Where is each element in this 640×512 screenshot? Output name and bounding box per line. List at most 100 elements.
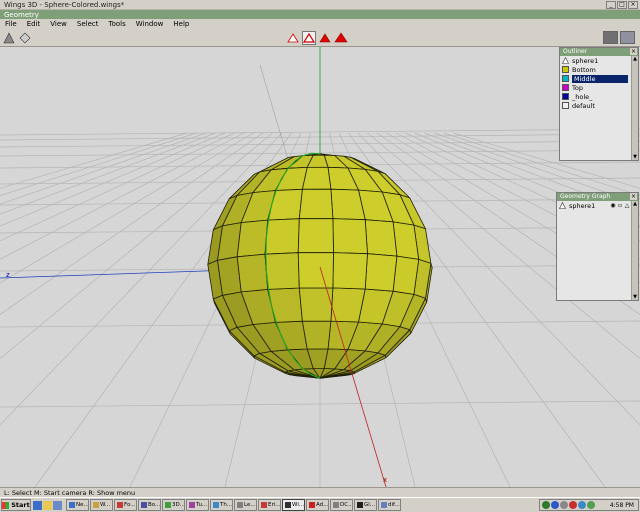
wire-icon[interactable]: △ [624,202,630,209]
scroll-down-icon[interactable]: ▼ [632,294,638,300]
menu-tools[interactable]: Tools [104,19,131,29]
outliner-item-label: _hole_ [572,92,593,101]
taskbar-button[interactable]: DC... [330,499,353,511]
toolbar [0,29,640,47]
window-titlebar: Wings 3D - Sphere-Colored.wings* _ □ × [0,0,640,10]
outliner-item-label: Bottom [572,65,596,74]
graph-item-label: sphere1 [569,201,596,210]
outliner-title-bar: Outliner × [560,48,638,56]
taskbar-button[interactable]: Ne... [66,499,89,511]
taskbar-button[interactable]: Bo... [138,499,161,511]
taskbar-button[interactable]: Ad... [306,499,329,511]
geometry-window-bar: Geometry [0,10,640,19]
desktop-icon[interactable] [53,500,62,510]
list-item[interactable]: _hole_ [560,92,631,101]
list-item[interactable]: Middle [560,74,631,83]
status-text: L: Select M: Start camera R: Show menu [4,489,136,497]
clock: 4:58 PM [609,501,634,509]
taskbar-button[interactable]: Gl... [354,499,377,511]
network-icon[interactable] [542,501,550,509]
menu-edit[interactable]: Edit [22,19,46,29]
object-triangle-icon [559,201,566,209]
outliner-title: Outliner [563,48,588,55]
taskbar-button[interactable]: Wi... [282,499,305,511]
taskbar-button[interactable]: Le... [234,499,257,511]
3d-viewport[interactable]: x z [0,47,640,487]
taskbar: Start Ne... W... Fo... Bo... 3D... Tu... Th...… [0,497,640,512]
tray-app-icon[interactable] [587,501,595,509]
wireframe-toggle-icon[interactable] [18,31,32,45]
geometry-graph-scrollbar[interactable]: ▲ ▼ [631,201,638,300]
update-icon[interactable] [578,501,586,509]
outliner-panel: Outliner × sphere1 Bottom Middle Top _hole_ d… [559,47,639,161]
eye-icon[interactable]: ◉ [610,202,616,209]
scroll-up-icon[interactable]: ▲ [632,56,638,62]
menu-view[interactable]: View [45,19,72,29]
taskbar-button[interactable]: Fo... [114,499,137,511]
axis-x-label: x [383,476,388,484]
taskbar-button[interactable]: Eri... [258,499,281,511]
messenger-icon[interactable] [551,501,559,509]
maximize-button[interactable]: □ [617,1,627,9]
list-item[interactable]: Bottom [560,65,631,74]
task-buttons: Ne... W... Fo... Bo... 3D... Tu... Th... Le... E… [66,499,401,511]
taskbar-button[interactable]: 3D... [162,499,185,511]
menu-window[interactable]: Window [131,19,169,29]
taskbar-button[interactable]: W... [90,499,113,511]
material-icon [562,75,569,82]
geometry-graph-title-bar: Geometry Graph × [557,193,638,201]
body-select-mode-icon[interactable] [334,31,348,45]
ie-icon[interactable] [33,500,42,510]
outliner-item-label: Middle [572,74,628,83]
material-icon [562,93,569,100]
start-label: Start [11,501,30,509]
minimize-button[interactable]: _ [606,1,616,9]
window-title: Wings 3D - Sphere-Colored.wings* [4,1,125,9]
outliner-item-label: default [572,101,595,110]
material-icon [562,84,569,91]
geometry-graph-list: sphere1 ◉ ▫ △ [557,201,631,300]
quick-launch [33,500,62,510]
outliner-scrollbar[interactable]: ▲ ▼ [631,56,638,160]
volume-icon[interactable] [560,501,568,509]
menu-file[interactable]: File [0,19,22,29]
menu-bar: File Edit View Select Tools Window Help [0,19,640,29]
ortho-view-icon[interactable] [620,31,635,44]
object-triangle-icon [562,56,569,64]
geometry-graph-close-button[interactable]: × [630,193,637,200]
close-button[interactable]: × [628,1,638,9]
taskbar-button[interactable]: Th... [210,499,233,511]
antivirus-icon[interactable] [569,501,577,509]
start-button[interactable]: Start [1,499,31,511]
menu-select[interactable]: Select [72,19,104,29]
outliner-close-button[interactable]: × [630,48,637,55]
face-select-mode-icon[interactable] [318,31,332,45]
edge-select-mode-icon[interactable] [302,31,316,45]
taskbar-button[interactable]: dif... [378,499,401,511]
folder-icon[interactable] [43,500,52,510]
perspective-view-icon[interactable] [603,31,618,44]
geometry-graph-title: Geometry Graph [560,193,611,200]
status-bar: L: Select M: Start camera R: Show menu [0,487,640,497]
outliner-item-label: sphere1 [572,56,599,65]
list-item[interactable]: Top [560,83,631,92]
windows-logo-icon [2,501,10,509]
geometry-graph-panel: Geometry Graph × sphere1 ◉ ▫ △ ▲ ▼ [556,192,639,301]
geometry-window-title: Geometry [4,11,39,19]
material-icon [562,66,569,73]
list-item[interactable]: sphere1 ◉ ▫ △ [557,201,631,210]
lock-icon[interactable]: ▫ [617,202,623,209]
scroll-down-icon[interactable]: ▼ [632,154,638,160]
outliner-list: sphere1 Bottom Middle Top _hole_ default [560,56,631,160]
system-tray: 4:58 PM [539,499,639,511]
vertex-select-mode-icon[interactable] [286,31,300,45]
scroll-up-icon[interactable]: ▲ [632,201,638,207]
menu-help[interactable]: Help [168,19,194,29]
axis-z-label: z [6,271,10,279]
list-item[interactable]: default [560,101,631,110]
smooth-shading-icon[interactable] [2,31,16,45]
taskbar-button[interactable]: Tu... [186,499,209,511]
list-item[interactable]: sphere1 [560,56,631,65]
outliner-item-label: Top [572,83,583,92]
material-icon [562,102,569,109]
